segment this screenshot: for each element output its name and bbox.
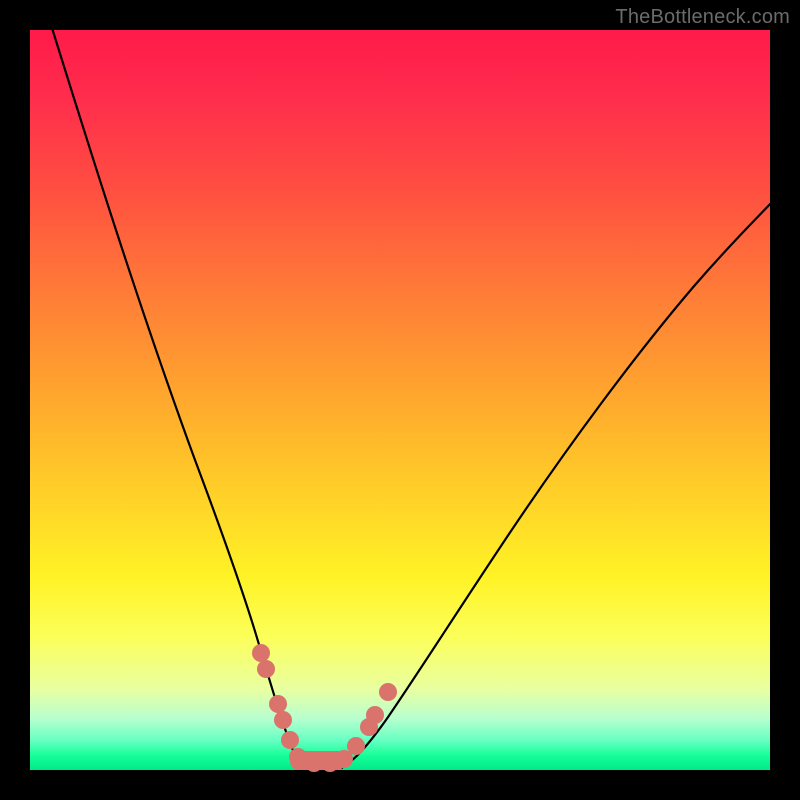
marker-point <box>305 754 323 772</box>
marker-point <box>366 706 384 724</box>
curve-overlay <box>30 30 770 770</box>
marker-point <box>274 711 292 729</box>
marker-point <box>257 660 275 678</box>
marker-point <box>289 748 307 766</box>
right-curve <box>340 202 772 768</box>
chart-frame: TheBottleneck.com <box>0 0 800 800</box>
marker-point <box>347 737 365 755</box>
watermark-text: TheBottleneck.com <box>615 6 790 29</box>
marker-point <box>281 731 299 749</box>
marker-point <box>269 695 287 713</box>
marker-point <box>379 683 397 701</box>
left-curve <box>52 28 310 768</box>
marker-point <box>252 644 270 662</box>
